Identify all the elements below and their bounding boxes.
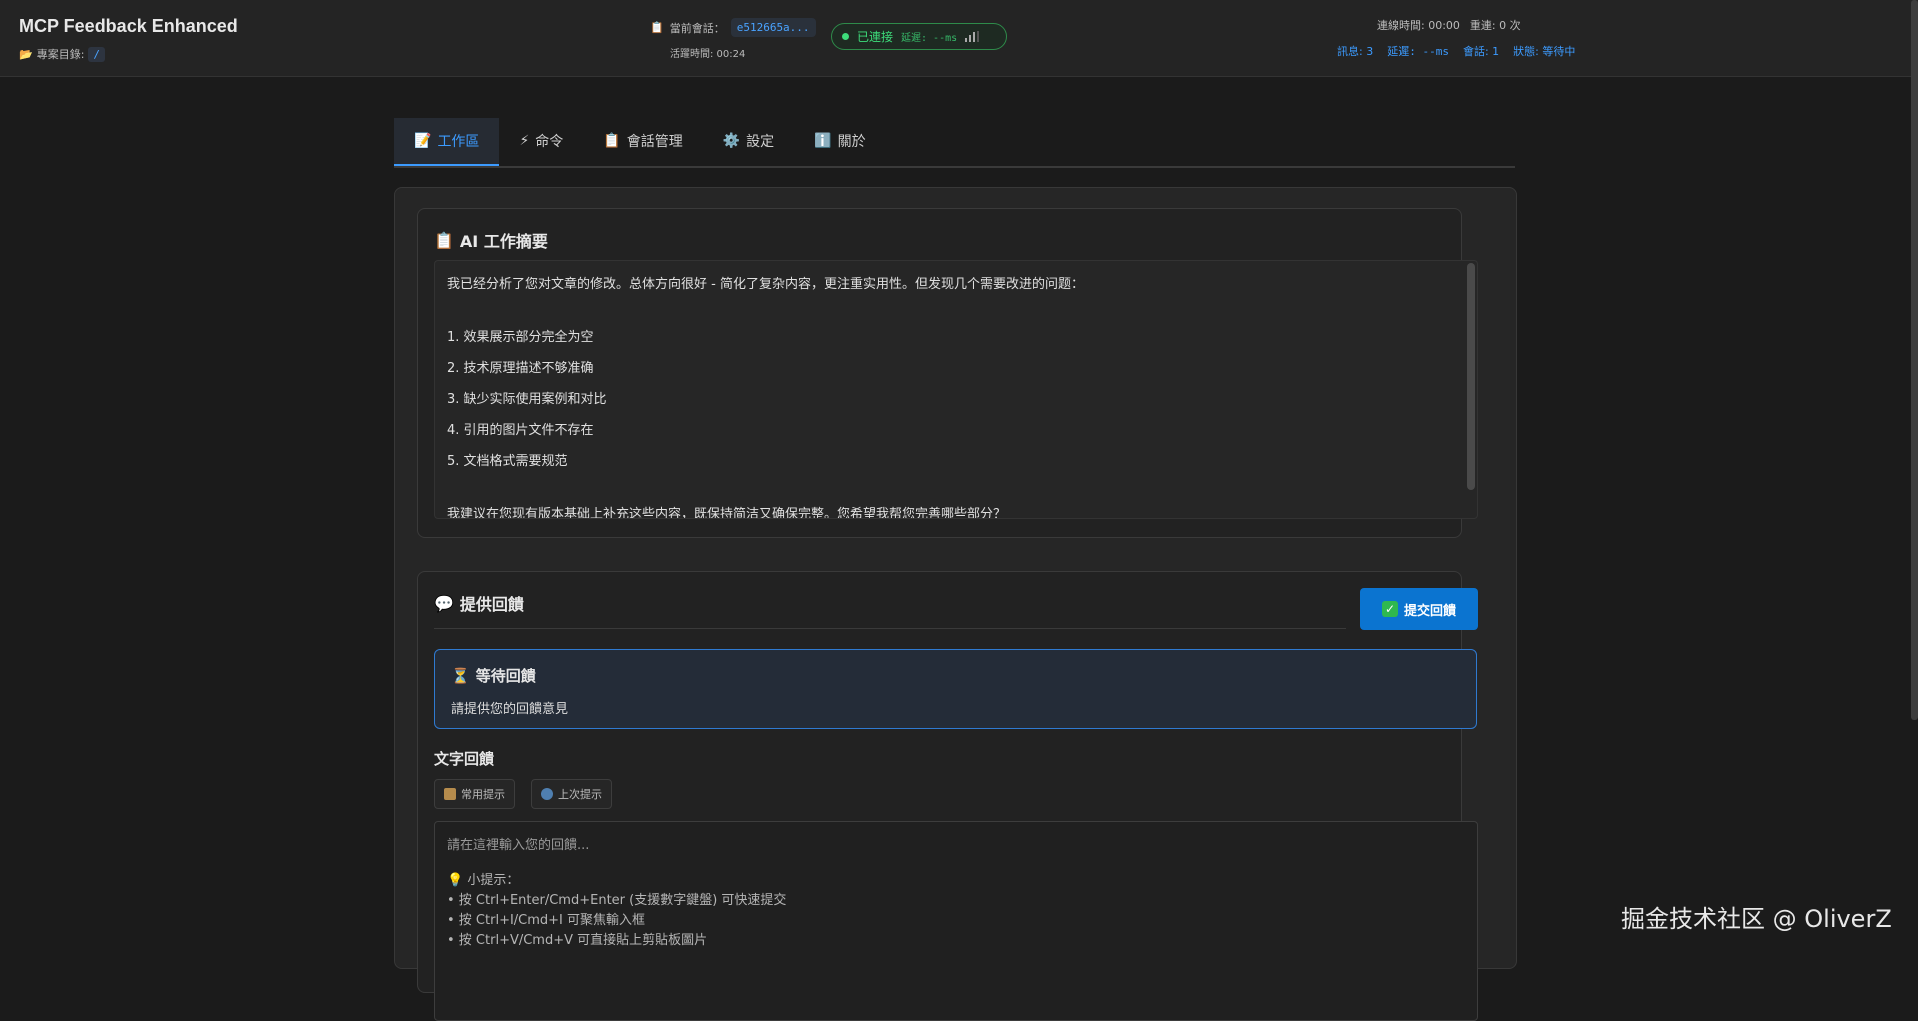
connection-stats: 連線時間: 00:00 重連: 0 次 [1377, 17, 1521, 33]
tip-title: 💡 小提示： [447, 873, 520, 888]
speech-bubble-icon: 💬 [434, 593, 454, 613]
connection-latency: 延遲: --ms [901, 33, 958, 44]
app-title: MCP Feedback Enhanced [19, 16, 238, 36]
status-dot-icon [842, 33, 849, 40]
page-scrollbar[interactable] [1911, 0, 1918, 720]
tab-settings[interactable]: ⚙️ 設定 [703, 118, 794, 164]
waiting-message: 請提供您的回饋意見 [451, 702, 569, 717]
signal-bars-icon [965, 31, 980, 42]
clipboard-icon: 📋 [603, 133, 621, 149]
current-session: 📋 當前會話： e512665a... [650, 18, 816, 37]
info-icon: ℹ️ [814, 133, 832, 149]
clipboard-icon: 📋 [650, 21, 664, 34]
memo-icon: 📝 [414, 133, 432, 149]
tab-workspace[interactable]: 📝 工作區 [394, 118, 500, 166]
hourglass-icon: ⏳ [451, 666, 470, 685]
summary-item: 1. 效果展示部分完全为空 [447, 330, 594, 345]
divider [434, 628, 1346, 629]
session-count: 會話: 1 [1462, 45, 1500, 58]
tab-label: 工作區 [437, 134, 480, 150]
connection-status-pill[interactable]: 已連接 延遲: --ms [831, 23, 1007, 50]
watermark: 掘金技术社区 @ OliverZ [1621, 905, 1892, 933]
ai-summary-card: 📋 AI 工作摘要 我已经分析了您对文章的修改。总体方向很好 - 简化了复杂内容… [417, 208, 1478, 538]
feedback-title: 💬 提供回饋 [434, 591, 524, 615]
summary-title: 📋 AI 工作摘要 [434, 228, 548, 252]
chip-label: 上次提示 [558, 788, 602, 801]
summary-item: 4. 引用的图片文件不存在 [447, 423, 594, 438]
summary-scrollbar[interactable] [1467, 263, 1475, 490]
tab-label: 設定 [746, 134, 775, 150]
refresh-icon [541, 788, 553, 800]
lightning-icon: ⚡ [519, 133, 530, 149]
check-icon: ✓ [1381, 601, 1398, 617]
feedback-card: 💬 提供回饋 ✓ 提交回饋 ⏳ 等待回饋 請提供您的回饋意見 文字回饋 常用提示… [417, 571, 1478, 1021]
feedback-textarea[interactable]: 請在這裡輸入您的回饋... 💡 小提示： • 按 Ctrl+Enter/Cmd+… [434, 821, 1478, 1021]
project-label: 專案目錄: [36, 48, 85, 61]
summary-intro: 我已经分析了您对文章的修改。总体方向很好 - 简化了复杂内容，更注重实用性。但发… [447, 277, 1084, 292]
waiting-title-text: 等待回饋 [475, 667, 536, 685]
workspace-panel: 📋 AI 工作摘要 我已经分析了您对文章的修改。总体方向很好 - 简化了复杂内容… [394, 187, 1517, 1021]
last-prompt-button[interactable]: 上次提示 [531, 779, 612, 809]
submit-label: 提交回饋 [1403, 603, 1456, 619]
tab-label: 關於 [837, 134, 866, 150]
reconnect-count: 重連: 0 次 [1469, 19, 1521, 32]
project-path: / [88, 46, 106, 62]
summary-closing: 我建议在您现有版本基础上补充这些内容，既保持简洁又确保完整。您希望我帮您完善哪些… [447, 507, 1007, 519]
tab-commands[interactable]: ⚡ 命令 [499, 118, 583, 164]
top-header: MCP Feedback Enhanced 📂 專案目錄: / 📋 當前會話： … [0, 0, 1918, 77]
clipboard-icon: 📋 [434, 230, 454, 250]
feedback-title-text: 提供回饋 [459, 595, 524, 614]
summary-item: 2. 技术原理描述不够准确 [447, 361, 594, 376]
memo-icon [444, 788, 456, 800]
summary-title-text: AI 工作摘要 [459, 232, 548, 251]
tip-line: • 按 Ctrl+I/Cmd+I 可聚焦輸入框 [447, 913, 646, 928]
gear-icon: ⚙️ [722, 133, 741, 149]
tab-label: 會話管理 [626, 134, 683, 150]
session-label: 當前會話： [669, 21, 725, 35]
session-id[interactable]: e512665a... [730, 18, 816, 37]
common-prompts-button[interactable]: 常用提示 [434, 779, 515, 809]
message-count: 訊息: 3 [1337, 45, 1374, 58]
session-status: 狀態: 等待中 [1513, 45, 1576, 58]
tab-label: 命令 [535, 134, 564, 150]
latency-stat: 延遲: --ms [1387, 45, 1449, 58]
connection-time: 連線時間: 00:00 [1377, 19, 1460, 32]
folder-icon: 📂 [19, 47, 33, 61]
summary-content[interactable]: 我已经分析了您对文章的修改。总体方向很好 - 简化了复杂内容，更注重实用性。但发… [434, 260, 1478, 519]
text-feedback-label: 文字回饋 [434, 750, 495, 768]
summary-item: 5. 文档格式需要规范 [447, 454, 568, 469]
connection-status: 已連接 [857, 30, 894, 44]
tip-line: • 按 Ctrl+Enter/Cmd+Enter (支援數字鍵盤) 可快速提交 [447, 893, 787, 908]
submit-feedback-button[interactable]: ✓ 提交回饋 [1360, 588, 1478, 630]
tip-line: • 按 Ctrl+V/Cmd+V 可直接貼上剪貼板圖片 [447, 933, 708, 948]
main-tabs: 📝 工作區 ⚡ 命令 📋 會話管理 ⚙️ 設定 ℹ️ 關於 [394, 118, 1515, 168]
waiting-status-box: ⏳ 等待回饋 請提供您的回饋意見 [434, 649, 1477, 729]
tab-session-management[interactable]: 📋 會話管理 [583, 118, 702, 164]
session-stats: 訊息: 3 延遲: --ms 會話: 1 狀態: 等待中 [1337, 43, 1575, 59]
project-directory: 📂 專案目錄: / [19, 46, 106, 62]
textarea-placeholder: 請在這裡輸入您的回饋... [447, 838, 590, 853]
tab-about[interactable]: ℹ️ 關於 [794, 118, 885, 164]
summary-item: 3. 缺少实际使用案例和对比 [447, 392, 607, 407]
active-time: 活躍時間: 00:24 [670, 49, 746, 60]
chip-label: 常用提示 [461, 788, 505, 801]
waiting-title: ⏳ 等待回饋 [451, 665, 536, 686]
